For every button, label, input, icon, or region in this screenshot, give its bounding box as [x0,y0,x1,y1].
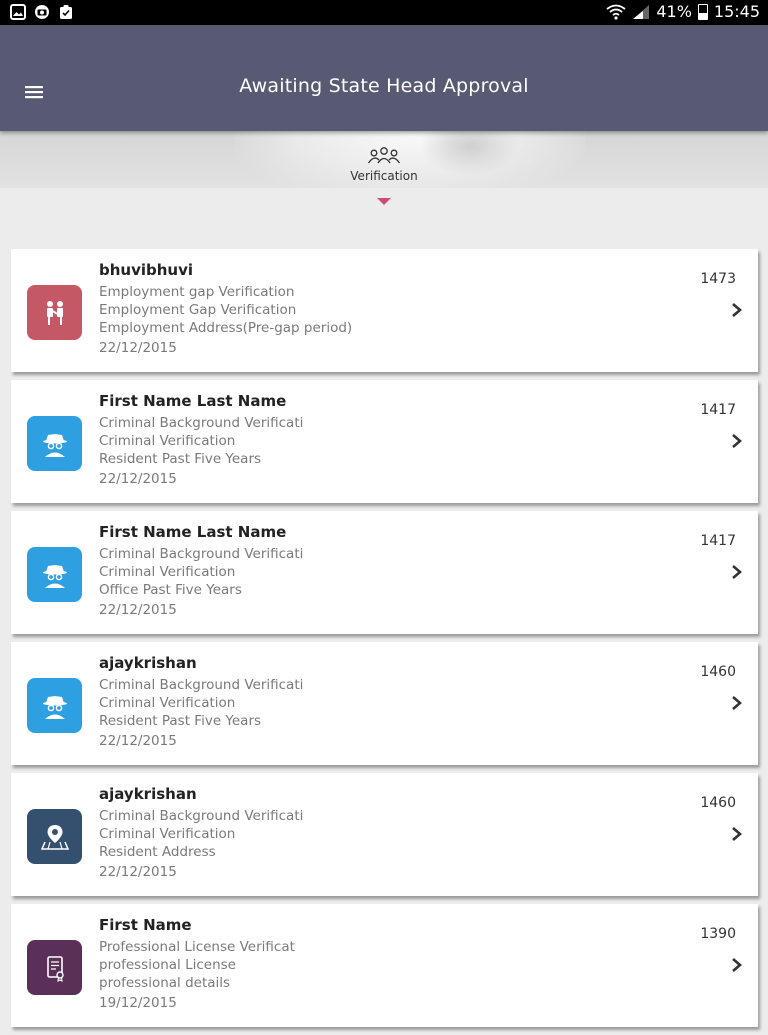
case-type: professional License [99,957,236,973]
case-category: Criminal Background Verificati [99,677,304,693]
chevron-right-icon[interactable] [730,694,744,712]
case-detail: Resident Past Five Years [99,451,262,467]
case-category: Criminal Background Verificati [99,546,304,562]
battery-icon [697,4,708,20]
app-bar: Awaiting State Head Approval [0,25,768,131]
case-date: 22/12/2015 [99,864,177,880]
case-name: First Name Last Name [99,392,287,410]
gallery-icon [10,4,26,20]
case-category: Criminal Background Verificati [99,808,304,824]
case-type: Criminal Verification [99,826,236,842]
certificate-icon [27,940,82,995]
chevron-right-icon[interactable] [730,301,744,319]
case-list: bhuvibhuvi Employment gap Verification E… [11,249,758,1035]
chevron-right-icon[interactable] [730,563,744,581]
case-detail: Office Past Five Years [99,582,242,598]
case-id: 1460 [700,795,736,811]
case-detail: Employment Address(Pre-gap period) [99,320,353,336]
battery-percent: 41% [656,2,692,21]
chevron-right-icon[interactable] [730,825,744,843]
case-date: 22/12/2015 [99,733,177,749]
clipboard-icon [60,5,72,19]
status-bar: 41% 15:45 [0,0,768,25]
case-card[interactable]: bhuvibhuvi Employment gap Verification E… [11,249,758,372]
case-card[interactable]: First Name Last Name Criminal Background… [11,380,758,503]
case-id: 1460 [700,664,736,680]
case-date: 22/12/2015 [99,471,177,487]
tab-verification-label: Verification [350,169,418,183]
case-id: 1417 [700,402,736,418]
case-category: Criminal Background Verificati [99,415,304,431]
case-type: Criminal Verification [99,564,236,580]
case-category: Professional License Verificat [99,939,295,955]
tab-verification[interactable]: Verification [344,145,424,183]
case-card[interactable]: ajaykrishan Criminal Background Verifica… [11,773,758,896]
case-card[interactable]: First Name Professional License Verifica… [11,904,758,1027]
case-card[interactable]: First Name Last Name Criminal Background… [11,511,758,634]
case-name: bhuvibhuvi [99,261,194,279]
map-pin-icon [27,809,82,864]
case-detail: Resident Address [99,844,216,860]
case-detail: Resident Past Five Years [99,713,262,729]
chevron-right-icon[interactable] [730,432,744,450]
case-type: Criminal Verification [99,695,236,711]
case-name: ajaykrishan [99,654,197,672]
detective-icon [27,416,82,471]
case-name: ajaykrishan [99,785,197,803]
case-name: First Name Last Name [99,523,287,541]
case-detail: professional details [99,975,231,991]
case-category: Employment gap Verification [99,284,295,300]
page-title: Awaiting State Head Approval [239,75,529,97]
tab-selected-indicator [377,198,391,205]
case-id: 1390 [700,926,736,942]
detective-icon [27,547,82,602]
case-id: 1417 [700,533,736,549]
people-group-icon [367,147,401,164]
case-id: 1473 [700,271,736,287]
case-type: Employment Gap Verification [99,302,297,318]
case-date: 22/12/2015 [99,602,177,618]
signal-icon [633,5,650,19]
case-date: 22/12/2015 [99,340,177,356]
case-name: First Name [99,916,192,934]
wifi-icon [606,4,626,20]
case-card[interactable]: ajaykrishan Criminal Background Verifica… [11,642,758,765]
camera-icon [35,5,49,19]
clock: 15:45 [713,2,760,21]
chevron-right-icon[interactable] [730,956,744,974]
employment-gap-icon [27,285,82,340]
case-date: 19/12/2015 [99,995,177,1011]
case-type: Criminal Verification [99,433,236,449]
detective-icon [27,678,82,733]
